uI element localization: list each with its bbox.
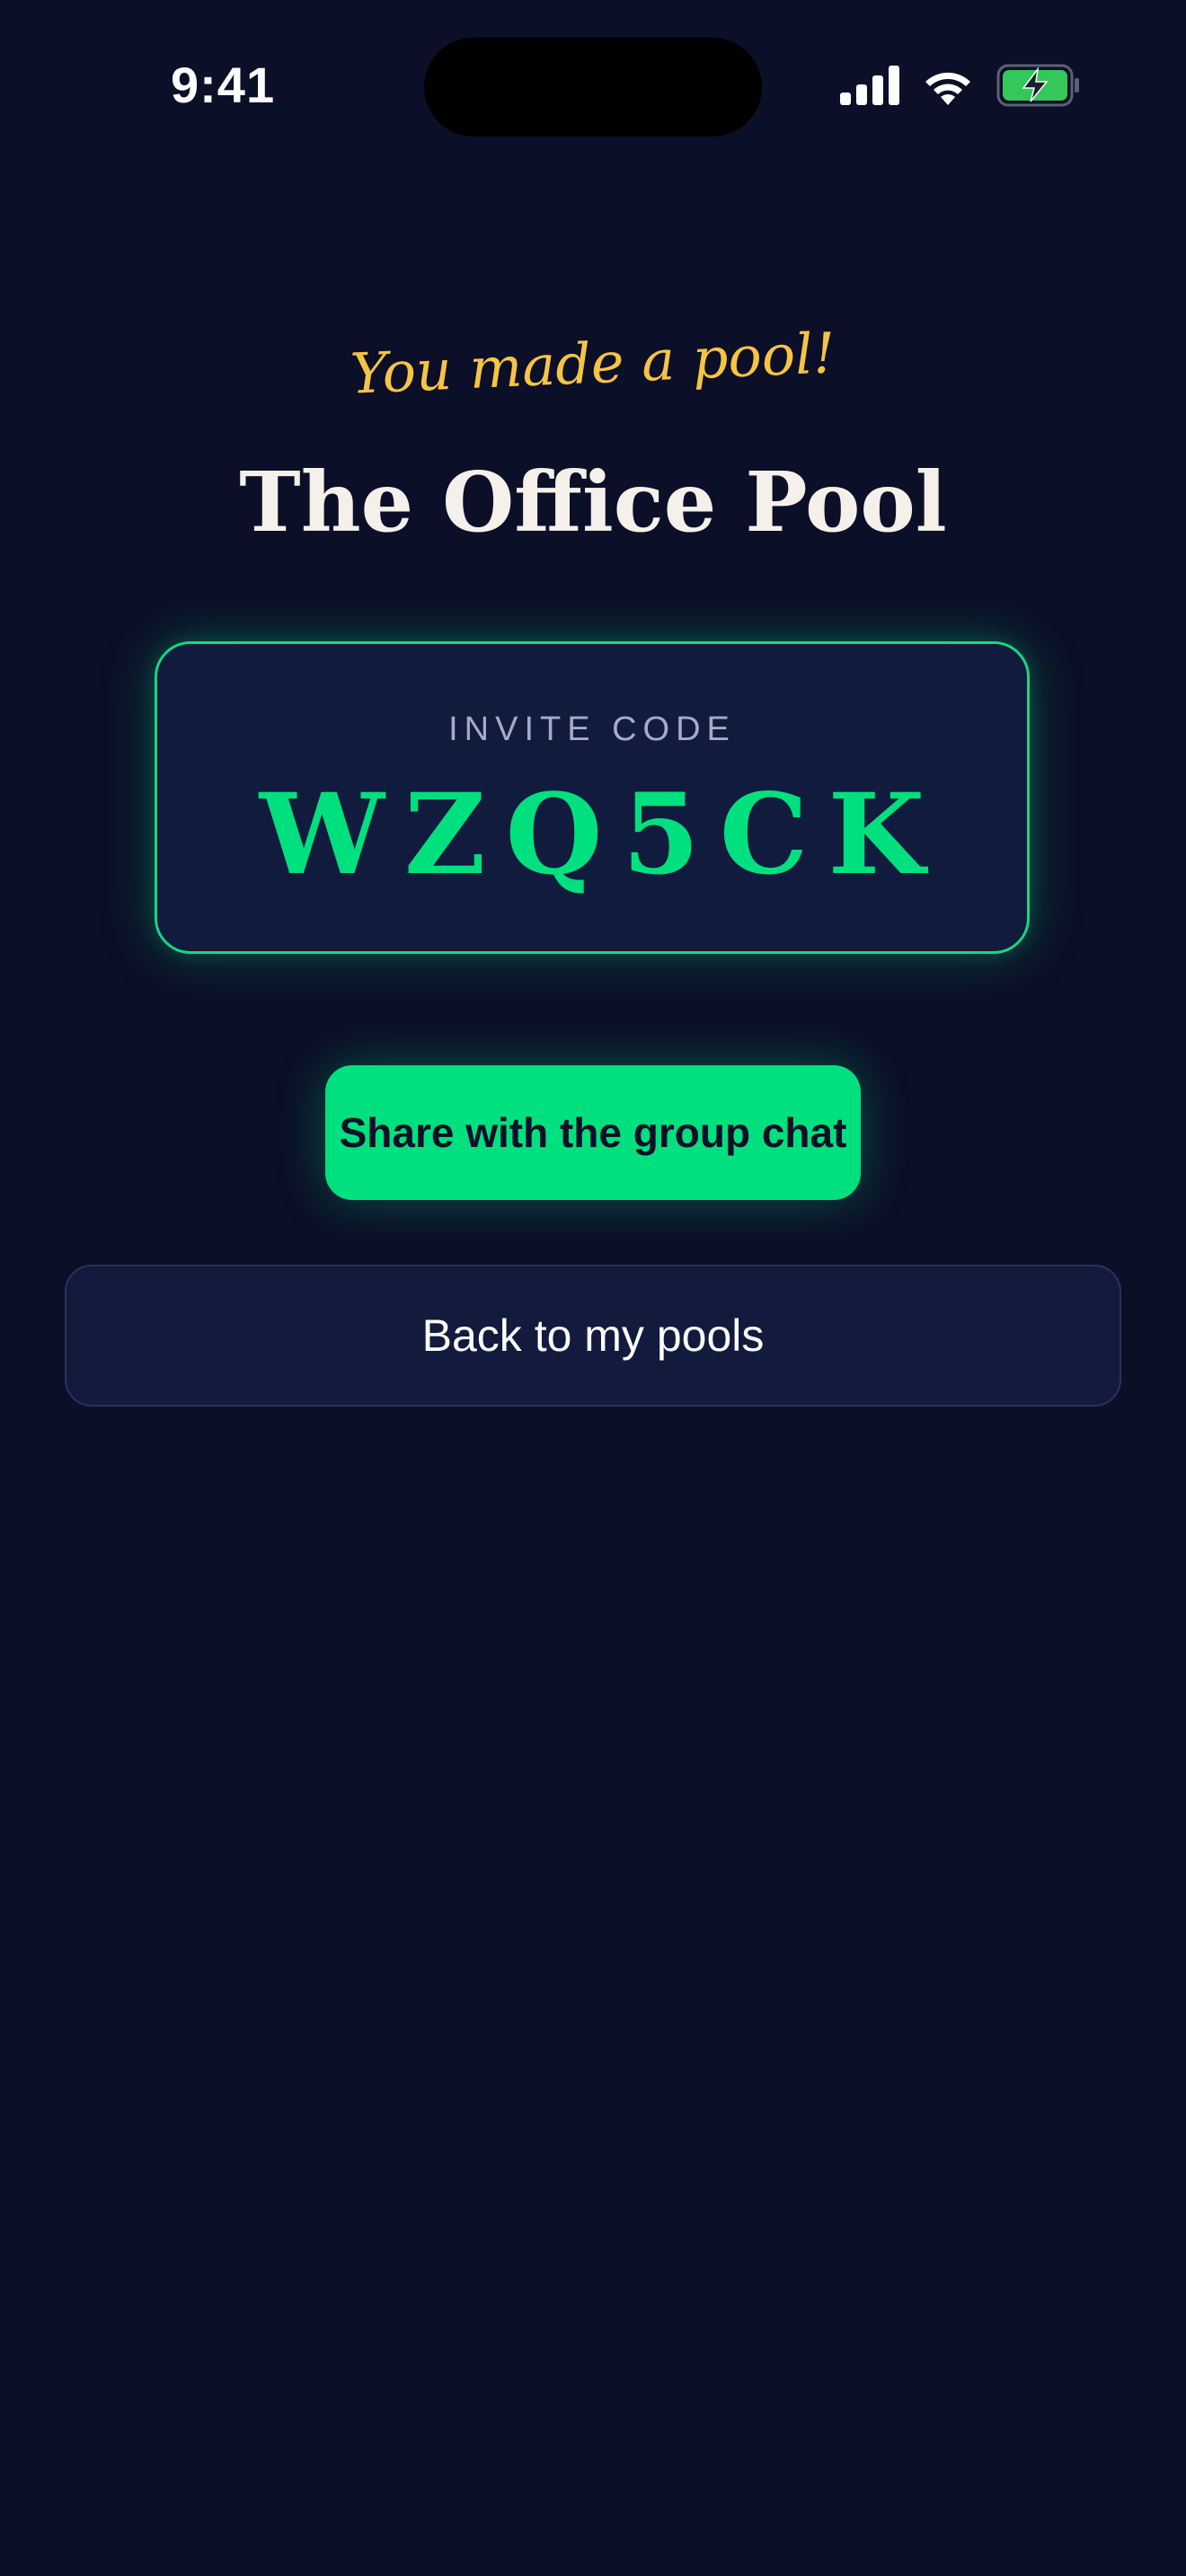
invite-code-card: INVITE CODE WZQ5CK <box>155 641 1030 954</box>
battery-charging-icon <box>996 64 1081 107</box>
status-icons <box>840 63 1081 108</box>
status-time: 9:41 <box>171 57 276 113</box>
cellular-signal-icon <box>840 66 899 105</box>
share-group-chat-button[interactable]: Share with the group chat <box>325 1065 861 1200</box>
dynamic-island <box>424 38 762 137</box>
success-tagline: You made a pool! <box>349 320 837 407</box>
pool-title: The Office Pool <box>239 454 947 551</box>
status-bar: 9:41 <box>0 0 1186 171</box>
wifi-icon <box>921 66 975 105</box>
invite-code-value: WZQ5CK <box>259 770 945 900</box>
back-to-pools-button[interactable]: Back to my pools <box>65 1265 1121 1407</box>
invite-code-label: INVITE CODE <box>448 710 736 748</box>
